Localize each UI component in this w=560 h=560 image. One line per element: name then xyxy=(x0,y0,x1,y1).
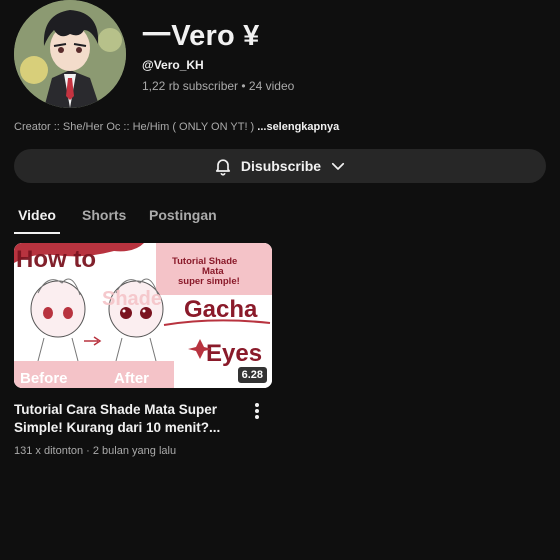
tab-video[interactable]: Video xyxy=(14,196,60,234)
channel-description[interactable]: Creator :: She/Her Oc :: He/Him ( ONLY O… xyxy=(14,121,339,133)
video-thumbnail[interactable]: How to Tutorial Shade Mata super simple!… xyxy=(14,243,272,388)
video-meta: 131 x ditonton · 2 bulan yang lalu xyxy=(14,445,177,457)
thumb-shade: Shade xyxy=(102,288,162,310)
thumb-before: Before xyxy=(20,370,68,387)
channel-handle: @Vero_KH xyxy=(142,58,204,72)
thumb-after: After xyxy=(114,370,149,387)
more-options-icon[interactable] xyxy=(248,401,266,421)
thumb-eyes: Eyes xyxy=(206,340,262,367)
thumb-gacha: Gacha xyxy=(184,296,258,323)
chevron-down-icon xyxy=(331,162,345,170)
channel-tabs: Video Shorts Postingan xyxy=(0,196,560,234)
channel-header: 一Vero ¥ @Vero_KH 1,22 rb subscriber • 24… xyxy=(14,0,546,112)
tab-shorts[interactable]: Shorts xyxy=(82,196,126,234)
tab-postingan[interactable]: Postingan xyxy=(149,196,217,234)
video-duration: 6.28 xyxy=(237,367,267,383)
description-text: Creator :: She/Her Oc :: He/Him ( ONLY O… xyxy=(14,121,258,133)
thumb-how-to: How to xyxy=(16,246,96,273)
bell-icon xyxy=(215,159,231,176)
video-title[interactable]: Tutorial Cara Shade Mata Super Simple! K… xyxy=(14,401,236,437)
channel-name: 一Vero ¥ xyxy=(142,20,260,52)
channel-info: 一Vero ¥ @Vero_KH 1,22 rb subscriber • 24… xyxy=(142,18,294,93)
channel-stats: 1,22 rb subscriber • 24 video xyxy=(142,79,295,93)
channel-avatar[interactable] xyxy=(14,0,126,108)
more-link[interactable]: ...selengkapnya xyxy=(257,121,339,133)
subscribe-label: Disubscribe xyxy=(240,158,322,174)
subscribe-button[interactable]: Disubscribe xyxy=(14,149,546,183)
